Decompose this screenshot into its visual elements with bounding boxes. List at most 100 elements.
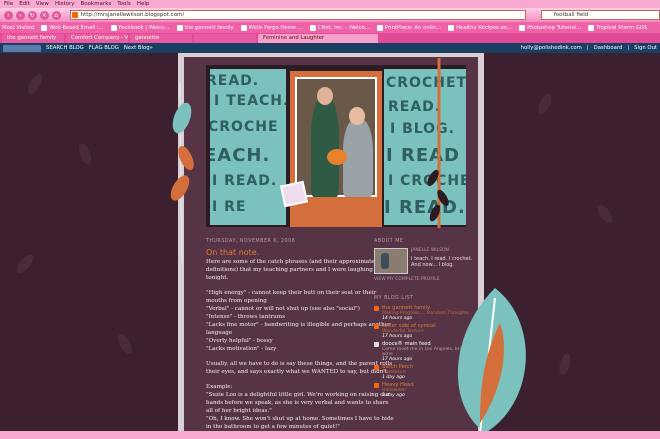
address-text: http://mrsjanellewilson.blogspot.com/ bbox=[80, 12, 185, 18]
post-paragraph: Usually, all we have to do is say these … bbox=[206, 361, 393, 375]
about-me-box: JANELLE WILSON I teach. I read. I croche… bbox=[374, 248, 474, 274]
bookmark-gannett-family[interactable]: the gannett family bbox=[176, 24, 234, 31]
post-paragraph: "High energy" - cannot keep their butt o… bbox=[206, 290, 377, 304]
forward-icon[interactable]: › bbox=[15, 10, 25, 20]
bookmark-icon bbox=[588, 24, 595, 31]
photo-frame bbox=[295, 77, 377, 197]
flag-blog-button[interactable]: FLAG BLOG bbox=[89, 45, 119, 51]
menu-view[interactable]: View bbox=[36, 1, 49, 7]
header-word: I TEACH. bbox=[214, 93, 286, 109]
next-blog-link[interactable]: Next Blog» bbox=[124, 45, 153, 51]
about-me-heading: ABOUT ME bbox=[374, 239, 404, 244]
blog-item-time: 1 day ago bbox=[382, 375, 405, 380]
blog-item-post[interactable]: Maddoken bbox=[382, 370, 413, 375]
blogger-logo-icon[interactable] bbox=[3, 44, 41, 52]
bookmarks-toolbar: Most Visited Web-Based Email :... Facebo… bbox=[0, 22, 660, 33]
bookmark-most-visited[interactable]: Most Visited bbox=[2, 25, 34, 31]
tab-comfort-company[interactable]: Comfort Company - Vicki... bbox=[66, 34, 128, 43]
post-paragraph: "Intense" - throws tantrums bbox=[206, 314, 285, 320]
bookmark-web-email[interactable]: Web-Based Email :... bbox=[41, 24, 104, 31]
bookmark-healthy-recipes[interactable]: Healthy Recipes an... bbox=[448, 24, 512, 31]
bookmark-facebook[interactable]: Facebook | Welco... bbox=[110, 24, 170, 31]
bookmark-icon bbox=[41, 24, 48, 31]
tab-strip: the gannett family Comfort Company - Vic… bbox=[0, 33, 660, 43]
divider: | bbox=[586, 45, 589, 51]
divider: | bbox=[627, 45, 630, 51]
blog-page: READ. I TEACH. CROCHE EACH. I READ. I RE bbox=[0, 53, 660, 431]
background-leaf bbox=[25, 71, 45, 97]
couple-photo bbox=[290, 71, 382, 227]
person-man bbox=[311, 97, 339, 197]
blogger-favicon-icon bbox=[374, 383, 379, 388]
view-profile-link[interactable]: VIEW MY COMPLETE PROFILE bbox=[374, 277, 474, 282]
profile-name[interactable]: JANELLE WILSON bbox=[411, 248, 474, 253]
blogger-favicon-icon bbox=[71, 12, 78, 18]
search-input[interactable]: football field bbox=[540, 10, 660, 20]
bookmark-icon bbox=[240, 24, 247, 31]
bookmark-tropical-storm[interactable]: Tropical Storm GUS bbox=[588, 24, 647, 31]
decorative-big-leaf-icon bbox=[457, 288, 526, 431]
dashboard-link[interactable]: Dashboard bbox=[594, 45, 623, 51]
header-word: CROCHE bbox=[210, 119, 279, 135]
search-text: football field bbox=[553, 12, 589, 18]
bookmark-icon bbox=[376, 24, 383, 31]
decorative-leaf-branch-left-icon bbox=[170, 83, 194, 263]
decorative-leaf-branch-right-icon bbox=[427, 58, 449, 228]
tab-feminine-and-laughter[interactable]: Feminine and Laughter bbox=[258, 34, 378, 43]
tab-gannette[interactable]: gannette bbox=[130, 34, 192, 43]
blog-item-post[interactable]: Wonderful Texture bbox=[382, 329, 436, 334]
menu-help[interactable]: Help bbox=[137, 1, 150, 7]
menu-history[interactable]: History bbox=[55, 1, 75, 7]
menu-edit[interactable]: Edit bbox=[19, 1, 30, 7]
blog-item-post[interactable]: Halloween bbox=[382, 388, 414, 393]
background-leaf bbox=[14, 252, 36, 276]
blogger-navbar: SEARCH BLOG FLAG BLOG Next Blog» holly@p… bbox=[0, 43, 660, 53]
bookmark-icon bbox=[110, 24, 117, 31]
post-paragraph: Example: bbox=[206, 384, 233, 390]
profile-photo[interactable] bbox=[374, 248, 408, 274]
address-bar[interactable]: http://mrsjanellewilson.blogspot.com/ bbox=[69, 10, 526, 20]
pumpkin-icon bbox=[327, 149, 347, 165]
post-paragraph: "Oh, I know. She won't shut up at home. … bbox=[206, 416, 394, 430]
menu-bookmarks[interactable]: Bookmarks bbox=[81, 1, 112, 7]
person-woman bbox=[343, 119, 373, 197]
home-icon[interactable]: ⌂ bbox=[51, 10, 61, 20]
bookmark-cnet[interactable]: CNet, Inc. - Welco... bbox=[309, 24, 370, 31]
bookmark-icon bbox=[309, 24, 316, 31]
bookmark-wells-fargo[interactable]: Wells Fargo Home ... bbox=[240, 24, 303, 31]
post-title[interactable]: On that note. bbox=[206, 248, 259, 257]
bookmark-icon bbox=[448, 24, 455, 31]
back-icon[interactable]: ‹ bbox=[4, 10, 13, 20]
background-leaf bbox=[535, 91, 555, 117]
menu-file[interactable]: File bbox=[4, 1, 13, 7]
bookmark-photoshop[interactable]: Photoshop Tutorial... bbox=[519, 24, 581, 31]
profile-text: I teach. I read. I crochet. And now... I… bbox=[411, 256, 473, 268]
post-date: THURSDAY, NOVEMBER 6, 2008 bbox=[206, 239, 296, 244]
bookmark-icon bbox=[176, 24, 183, 31]
stop-icon[interactable]: × bbox=[39, 10, 49, 20]
post-paragraph: Here are some of the catch phrases (and … bbox=[206, 259, 391, 281]
menu-tools[interactable]: Tools bbox=[117, 1, 131, 7]
header-word: I READ. bbox=[212, 173, 278, 189]
blogger-favicon-icon bbox=[374, 324, 379, 329]
search-blog-button[interactable]: SEARCH BLOG bbox=[46, 45, 84, 51]
blog-item-time: 17 hours ago bbox=[382, 334, 413, 339]
tab-untitled[interactable] bbox=[194, 34, 256, 43]
background-leaf bbox=[115, 331, 135, 357]
post-paragraph: "Overly helpful" - bossy bbox=[206, 338, 273, 344]
post-paragraph: "Suzie Loo is a delightful little girl. … bbox=[206, 392, 390, 414]
background-leaf bbox=[594, 202, 616, 226]
post-paragraph: "Verbal" - cannot or will not shut up (s… bbox=[206, 306, 360, 312]
tab-gannett-family[interactable]: the gannett family bbox=[2, 34, 64, 43]
reload-icon[interactable]: ↻ bbox=[27, 10, 37, 20]
browser-menubar: File Edit View History Bookmarks Tools H… bbox=[0, 0, 660, 8]
bookmark-printplace[interactable]: PrintPlace: An onlin... bbox=[376, 24, 441, 31]
post-body: Here are some of the catch phrases (and … bbox=[206, 258, 396, 431]
post-paragraph: "Lacks fine motor" - handwriting is ille… bbox=[206, 322, 391, 336]
header-word-panel-left: READ. I TEACH. CROCHE EACH. I READ. I RE bbox=[210, 69, 286, 225]
post-paragraph: "Lacks motivation" - lazy bbox=[206, 346, 277, 352]
blogger-favicon-icon bbox=[374, 306, 379, 311]
dooce-favicon-icon bbox=[374, 342, 379, 347]
face-man bbox=[317, 87, 333, 105]
sign-out-link[interactable]: Sign Out bbox=[634, 45, 657, 51]
